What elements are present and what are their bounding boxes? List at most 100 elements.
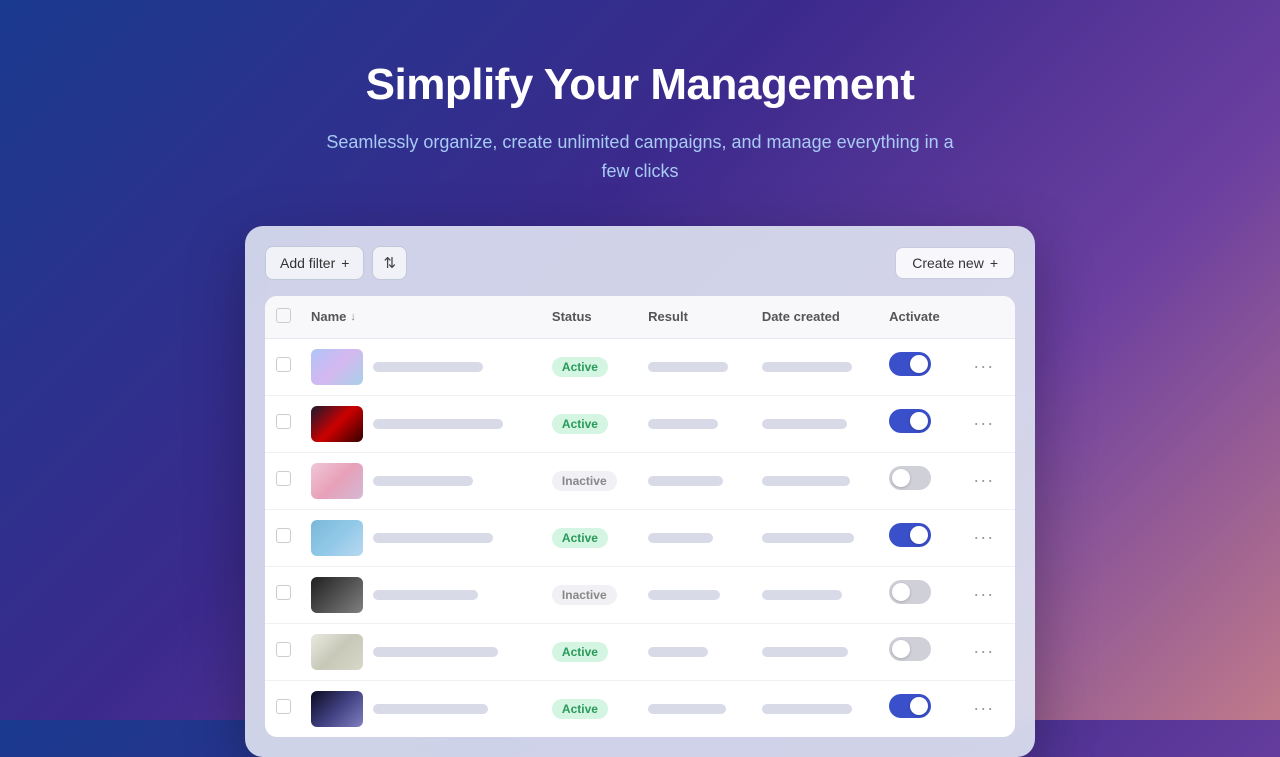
header-activate-col: Activate [879, 296, 959, 339]
row-more-cell: ··· [959, 395, 1015, 452]
row-activate-cell [879, 338, 959, 395]
more-options-button[interactable]: ··· [969, 639, 998, 664]
row-name-cell [301, 566, 542, 623]
row-checkbox[interactable] [276, 357, 291, 372]
campaign-name-placeholder [373, 419, 503, 429]
create-new-label: Create new [912, 255, 984, 271]
select-all-checkbox[interactable] [276, 308, 291, 323]
toolbar-left: Add filter + ⇅ [265, 246, 407, 280]
row-activate-cell [879, 509, 959, 566]
add-filter-button[interactable]: Add filter + [265, 246, 364, 280]
campaign-thumbnail [311, 577, 363, 613]
toggle-knob [892, 469, 910, 487]
row-activate-cell [879, 566, 959, 623]
more-options-button[interactable]: ··· [969, 582, 998, 607]
row-checkbox[interactable] [276, 414, 291, 429]
more-options-button[interactable]: ··· [969, 468, 998, 493]
toggle-knob [910, 526, 928, 544]
row-status-cell: Active [542, 395, 638, 452]
activate-toggle[interactable] [889, 352, 931, 376]
campaign-name-placeholder [373, 590, 478, 600]
header-date-col: Date created [752, 296, 879, 339]
status-badge: Active [552, 357, 608, 377]
date-placeholder [762, 533, 854, 543]
name-cell-content [311, 463, 532, 499]
result-placeholder [648, 647, 708, 657]
row-activate-cell [879, 680, 959, 737]
toggle-knob [910, 697, 928, 715]
row-checkbox-cell [265, 566, 301, 623]
row-checkbox-cell [265, 338, 301, 395]
row-checkbox[interactable] [276, 528, 291, 543]
table-row: Active ··· [265, 680, 1015, 737]
toolbar: Add filter + ⇅ Create new + [265, 246, 1015, 280]
toggle-knob [892, 583, 910, 601]
create-new-icon: + [990, 255, 998, 271]
campaign-name-placeholder [373, 476, 473, 486]
hero-subtitle: Seamlessly organize, create unlimited ca… [320, 128, 960, 186]
row-name-cell [301, 395, 542, 452]
campaign-name-placeholder [373, 533, 493, 543]
row-checkbox-cell [265, 623, 301, 680]
activate-toggle[interactable] [889, 466, 931, 490]
activate-toggle[interactable] [889, 637, 931, 661]
row-checkbox-cell [265, 452, 301, 509]
name-cell-content [311, 634, 532, 670]
campaign-name-placeholder [373, 362, 483, 372]
result-placeholder [648, 362, 728, 372]
table-row: Active ··· [265, 509, 1015, 566]
campaign-thumbnail [311, 349, 363, 385]
result-placeholder [648, 476, 723, 486]
more-options-button[interactable]: ··· [969, 696, 998, 721]
row-activate-cell [879, 395, 959, 452]
result-placeholder [648, 419, 718, 429]
activate-toggle[interactable] [889, 580, 931, 604]
row-checkbox[interactable] [276, 585, 291, 600]
row-name-cell [301, 680, 542, 737]
row-status-cell: Inactive [542, 566, 638, 623]
row-more-cell: ··· [959, 452, 1015, 509]
sort-button[interactable]: ⇅ [372, 246, 407, 280]
table-header-row: Name ↓ Status Result Date created Activa… [265, 296, 1015, 339]
row-date-cell [752, 509, 879, 566]
campaign-name-placeholder [373, 647, 498, 657]
row-date-cell [752, 452, 879, 509]
row-name-cell [301, 338, 542, 395]
more-options-button[interactable]: ··· [969, 411, 998, 436]
status-badge: Active [552, 414, 608, 434]
row-name-cell [301, 509, 542, 566]
row-checkbox[interactable] [276, 699, 291, 714]
row-result-cell [638, 623, 752, 680]
name-cell-content [311, 520, 532, 556]
row-checkbox[interactable] [276, 642, 291, 657]
name-cell-content [311, 577, 532, 613]
status-badge: Active [552, 699, 608, 719]
name-sort-control[interactable]: Name ↓ [311, 309, 532, 324]
main-card: Add filter + ⇅ Create new + Name [245, 226, 1035, 757]
header-status-col: Status [542, 296, 638, 339]
activate-toggle[interactable] [889, 694, 931, 718]
date-placeholder [762, 647, 848, 657]
toggle-knob [910, 412, 928, 430]
create-new-button[interactable]: Create new + [895, 247, 1015, 279]
row-result-cell [638, 452, 752, 509]
name-cell-content [311, 349, 532, 385]
toggle-knob [910, 355, 928, 373]
row-result-cell [638, 509, 752, 566]
row-checkbox[interactable] [276, 471, 291, 486]
row-more-cell: ··· [959, 509, 1015, 566]
row-date-cell [752, 680, 879, 737]
more-options-button[interactable]: ··· [969, 354, 998, 379]
table-row: Inactive ··· [265, 452, 1015, 509]
activate-toggle[interactable] [889, 409, 931, 433]
more-options-button[interactable]: ··· [969, 525, 998, 550]
hero-section: Simplify Your Management Seamlessly orga… [300, 0, 980, 226]
activate-toggle[interactable] [889, 523, 931, 547]
row-result-cell [638, 395, 752, 452]
row-status-cell: Active [542, 509, 638, 566]
campaign-thumbnail [311, 634, 363, 670]
add-filter-label: Add filter [280, 255, 335, 271]
date-placeholder [762, 362, 852, 372]
row-result-cell [638, 680, 752, 737]
campaigns-table: Name ↓ Status Result Date created Activa… [265, 296, 1015, 737]
